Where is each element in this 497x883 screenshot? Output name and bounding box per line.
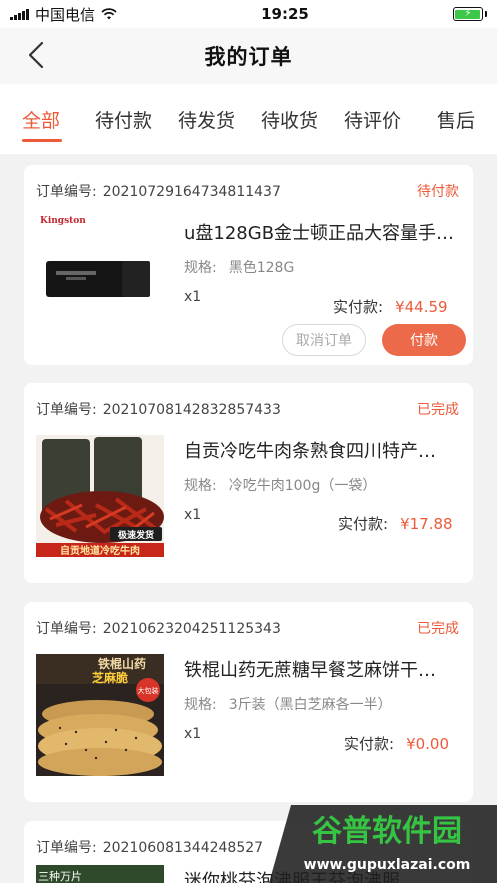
tab-pending-review[interactable]: 待评价	[344, 106, 401, 133]
order-status: 待付款	[417, 184, 459, 200]
product-image[interactable]: 铁棍山药 芝麻脆 大包装	[36, 654, 164, 776]
order-card[interactable]: 订单编号: 20210623204251125343 已完成 铁棍山药 芝麻脆 大…	[24, 602, 473, 802]
tab-pending-receipt[interactable]: 待收货	[261, 106, 318, 133]
pay-button[interactable]: 付款	[382, 324, 466, 356]
thumb-badge-text: 大包装	[138, 686, 159, 695]
price-value: ¥0.00	[406, 735, 450, 753]
order-number: 订单编号: 20210708142832857433	[36, 402, 281, 418]
product-spec: 规格: 黑色128G	[184, 260, 295, 276]
thumb-subtitle-text: 芝麻脆	[92, 670, 128, 685]
tab-all[interactable]: 全部	[22, 106, 60, 133]
order-status: 已完成	[417, 402, 459, 418]
price-value: ¥17.88	[400, 515, 453, 533]
watermark: 谷普软件园 www.gupuxlazai.com	[269, 797, 497, 883]
product-spec: 规格: 3斤装（黑白芝麻各一半）	[184, 697, 392, 713]
product-title[interactable]: 铁棍山药无蔗糖早餐芝麻饼干…	[184, 656, 464, 682]
thumb-tag-text: 极速发货	[118, 529, 154, 541]
product-image[interactable]: Kingston	[36, 209, 164, 331]
brand-logo-text: Kingston	[40, 216, 86, 226]
thumb-title-text: 铁棍山药	[98, 656, 146, 671]
product-quantity: x1	[184, 289, 202, 305]
product-image[interactable]: 三种万片	[36, 865, 164, 883]
product-quantity: x1	[184, 507, 202, 523]
product-quantity: x1	[184, 726, 202, 742]
order-status: 已完成	[417, 621, 459, 637]
carrier-label: 中国电信	[35, 5, 96, 24]
cancel-order-button[interactable]: 取消订单	[282, 324, 366, 356]
page-title: 我的订单	[204, 45, 293, 69]
status-bar: 中国电信 19:25 ⚡	[0, 0, 497, 28]
paid-amount: 实付款: ¥0.00	[344, 735, 450, 753]
order-tabs: 全部 待付款 待发货 待收货 待评价 售后	[0, 84, 497, 154]
tab-after-sales[interactable]: 售后	[437, 106, 475, 133]
order-card[interactable]: 订单编号: 20210708142832857433 已完成 极速发货 自贡地道冷…	[24, 383, 473, 583]
wifi-icon	[101, 8, 117, 20]
watermark-url: www.gupuxlazai.com	[304, 857, 471, 873]
price-value: ¥44.59	[395, 298, 448, 316]
battery-icon: ⚡	[452, 7, 487, 21]
paid-amount: 实付款: ¥44.59	[333, 298, 448, 316]
tab-pending-payment[interactable]: 待付款	[95, 106, 152, 133]
product-title[interactable]: 自贡冷吃牛肉条熟食四川特产…	[184, 437, 464, 463]
order-number: 订单编号: 20210623204251125343	[36, 621, 281, 637]
tab-active-indicator	[22, 139, 62, 142]
paid-amount: 实付款: ¥17.88	[338, 515, 453, 533]
order-number: 订单编号: 202106081344248527	[36, 840, 264, 856]
product-image[interactable]: 极速发货 自贡地道冷吃牛肉	[36, 435, 164, 557]
status-time: 19:25	[261, 5, 309, 23]
status-left: 中国电信	[10, 4, 117, 25]
watermark-title: 谷普软件园	[312, 814, 462, 849]
tab-pending-shipment[interactable]: 待发货	[178, 106, 235, 133]
signal-icon	[10, 8, 29, 20]
product-title[interactable]: u盘128GB金士顿正品大容量手…	[184, 219, 464, 245]
order-card[interactable]: 订单编号: 20210729164734811437 待付款 Kingston u…	[24, 165, 473, 365]
product-spec: 规格: 冷吃牛肉100g（一袋）	[184, 478, 377, 494]
thumb-banner-text: 自贡地道冷吃牛肉	[60, 544, 140, 557]
order-number: 订单编号: 20210729164734811437	[36, 184, 281, 200]
nav-bar: 我的订单	[0, 28, 497, 84]
back-icon[interactable]	[22, 40, 52, 70]
